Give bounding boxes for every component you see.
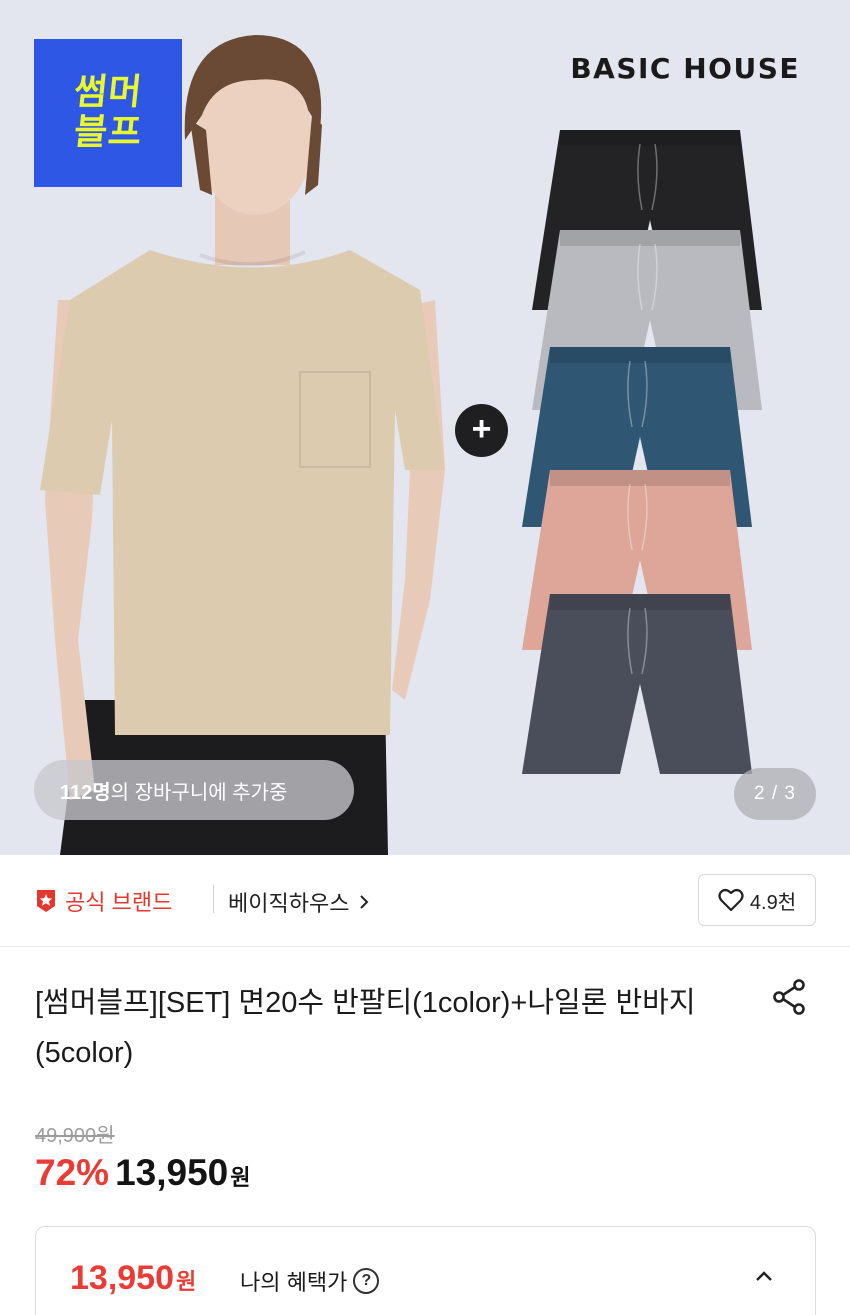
chevron-up-icon[interactable]: [754, 1269, 774, 1283]
benefit-currency: 원: [176, 1269, 197, 1294]
chevron-right-icon: [360, 895, 369, 909]
brand-logo: BASIC HOUSE: [570, 52, 800, 85]
like-button[interactable]: 4.9천: [698, 874, 816, 926]
cart-text: 의 장바구니에 추가중: [110, 781, 288, 804]
shorts-item: [522, 594, 752, 774]
like-count: 4.9천: [749, 891, 797, 914]
promo-badge-line1: 썸머: [71, 72, 145, 113]
heart-icon: [718, 888, 744, 912]
cart-count: 112명: [60, 781, 111, 804]
official-brand-label: 공식 브랜드: [65, 890, 173, 915]
benefit-label-group: 나의 혜택가 ?: [240, 1265, 380, 1297]
brand-name: 베이직하우스: [228, 891, 350, 916]
product-title: [썸머블프][SET] 면20수 반팔티(1color)+나일론 반바지(5co…: [35, 987, 696, 1069]
star-shield-icon: [37, 890, 55, 912]
divider: [213, 885, 214, 913]
plus-icon: +: [455, 404, 508, 457]
original-price: 49,900원: [35, 1125, 115, 1147]
currency-unit: 원: [230, 1165, 251, 1190]
promo-badge-line2: 블프: [71, 112, 145, 153]
benefit-price: 13,950 원: [70, 1259, 196, 1298]
sale-price: 13,950: [115, 1152, 229, 1193]
price-row: 72% 13,950 원: [35, 1152, 250, 1194]
discount-rate: 72%: [35, 1152, 110, 1193]
product-image-carousel[interactable]: 썸머 블프 BASIC HOUSE + 112명 의 장바구니에 추가중 2 / …: [0, 0, 850, 855]
benefit-price-value: 13,950: [70, 1259, 174, 1297]
benefit-price-panel[interactable]: 13,950 원 나의 혜택가 ?: [35, 1226, 816, 1315]
official-brand-badge: 공식 브랜드: [35, 885, 172, 917]
image-page-indicator: 2 / 3: [734, 768, 816, 820]
share-icon[interactable]: [770, 978, 808, 1016]
cart-activity-badge: 112명 의 장바구니에 추가중: [34, 760, 354, 820]
benefit-label: 나의 혜택가: [240, 1270, 348, 1295]
help-icon[interactable]: ?: [353, 1268, 380, 1294]
brand-store-link[interactable]: 베이직하우스: [228, 886, 369, 918]
brand-row: 공식 브랜드 베이직하우스 4.9천: [0, 855, 850, 947]
summer-black-friday-badge: 썸머 블프: [34, 39, 182, 187]
